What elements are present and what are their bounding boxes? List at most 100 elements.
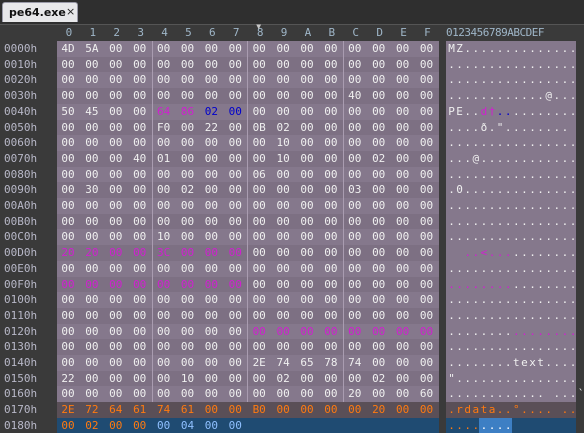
hex-byte[interactable]: 00	[371, 88, 387, 103]
hex-byte[interactable]: 00	[371, 167, 387, 182]
hex-byte[interactable]: 22	[203, 120, 219, 135]
hex-byte[interactable]: 00	[419, 88, 435, 103]
hex-byte[interactable]: 00	[251, 182, 267, 197]
hex-byte[interactable]: 00	[251, 135, 267, 150]
hex-byte[interactable]: 00	[108, 182, 124, 197]
hex-byte[interactable]: 00	[84, 229, 100, 244]
hex-byte[interactable]: 64	[108, 402, 124, 417]
hex-byte[interactable]: 00	[395, 245, 411, 260]
hex-byte[interactable]: 00	[203, 261, 219, 276]
hex-byte[interactable]: 00	[299, 214, 315, 229]
hex-byte[interactable]: B0	[251, 402, 267, 417]
hex-byte[interactable]: 00	[156, 135, 172, 150]
hex-byte[interactable]: 00	[60, 198, 76, 213]
hex-byte[interactable]: 00	[227, 292, 243, 307]
hex-byte[interactable]: 00	[132, 229, 148, 244]
hex-byte[interactable]: 00	[203, 182, 219, 197]
hex-byte[interactable]: 00	[84, 120, 100, 135]
hex-byte[interactable]: 00	[395, 339, 411, 354]
hex-byte[interactable]: 01	[156, 151, 172, 166]
hex-byte[interactable]: 00	[371, 339, 387, 354]
hex-byte[interactable]: 00	[60, 182, 76, 197]
hex-byte[interactable]: 00	[84, 355, 100, 370]
hex-byte[interactable]: 00	[132, 214, 148, 229]
hex-byte[interactable]: 00	[108, 324, 124, 339]
hex-byte[interactable]: 00	[84, 198, 100, 213]
hex-byte[interactable]: 00	[203, 402, 219, 417]
hex-byte[interactable]: 00	[227, 214, 243, 229]
hex-byte[interactable]: 00	[347, 41, 363, 56]
hex-byte[interactable]: 00	[84, 324, 100, 339]
hex-byte[interactable]: 00	[60, 229, 76, 244]
hex-byte[interactable]: 00	[323, 167, 339, 182]
hex-byte[interactable]: 00	[275, 182, 291, 197]
hex-byte[interactable]: 00	[371, 292, 387, 307]
hex-byte[interactable]: 00	[180, 339, 196, 354]
hex-byte[interactable]: 00	[84, 308, 100, 323]
hex-byte[interactable]: 00	[227, 308, 243, 323]
hex-byte[interactable]: 00	[395, 72, 411, 87]
hex-byte[interactable]: 02	[371, 371, 387, 386]
hex-byte[interactable]: 00	[156, 182, 172, 197]
hex-byte[interactable]: 00	[180, 72, 196, 87]
hex-byte[interactable]: 00	[203, 41, 219, 56]
hex-byte[interactable]: 00	[347, 198, 363, 213]
hex-byte[interactable]: 00	[251, 245, 267, 260]
hex-byte[interactable]: 00	[156, 57, 172, 72]
hex-byte[interactable]: 00	[251, 104, 267, 119]
hex-byte[interactable]: 00	[347, 402, 363, 417]
hex-byte[interactable]: 00	[180, 277, 196, 292]
hex-byte[interactable]: 00	[395, 355, 411, 370]
hex-byte[interactable]: 00	[156, 292, 172, 307]
hex-byte[interactable]: 00	[395, 371, 411, 386]
hex-byte[interactable]: 02	[203, 104, 219, 119]
hex-byte[interactable]: 00	[323, 261, 339, 276]
hex-byte[interactable]: 00	[323, 120, 339, 135]
hex-byte[interactable]: 00	[132, 261, 148, 276]
hex-byte[interactable]: 00	[251, 198, 267, 213]
hex-byte[interactable]: 00	[299, 308, 315, 323]
hex-byte[interactable]: 00	[371, 72, 387, 87]
hex-byte[interactable]: 78	[323, 355, 339, 370]
hex-byte[interactable]: 00	[60, 277, 76, 292]
hex-byte[interactable]: 00	[60, 324, 76, 339]
hex-byte[interactable]: 00	[323, 245, 339, 260]
hex-byte[interactable]: 00	[371, 386, 387, 401]
hex-byte[interactable]: 00	[419, 355, 435, 370]
hex-byte[interactable]: 00	[180, 292, 196, 307]
hex-byte[interactable]: 00	[108, 88, 124, 103]
hex-byte[interactable]: 00	[132, 41, 148, 56]
hex-byte[interactable]: 00	[419, 292, 435, 307]
hex-byte[interactable]: 00	[395, 151, 411, 166]
hex-byte[interactable]: 00	[203, 277, 219, 292]
hex-byte[interactable]: 00	[108, 57, 124, 72]
hex-byte[interactable]: 00	[108, 292, 124, 307]
hex-byte[interactable]: 00	[84, 386, 100, 401]
hex-byte[interactable]: 00	[180, 198, 196, 213]
hex-byte[interactable]: 00	[251, 214, 267, 229]
hex-byte[interactable]: 00	[156, 339, 172, 354]
hex-byte[interactable]: 00	[108, 72, 124, 87]
hex-byte[interactable]: 00	[323, 214, 339, 229]
hex-byte[interactable]: 00	[251, 88, 267, 103]
hex-byte[interactable]: 00	[299, 277, 315, 292]
hex-byte[interactable]: 00	[180, 135, 196, 150]
hex-byte[interactable]: 00	[108, 198, 124, 213]
hex-byte[interactable]: 00	[132, 182, 148, 197]
hex-byte[interactable]: 02	[275, 120, 291, 135]
hex-byte[interactable]: 00	[299, 57, 315, 72]
hex-byte[interactable]: 00	[108, 151, 124, 166]
hex-byte[interactable]: 00	[419, 72, 435, 87]
hex-byte[interactable]: 00	[371, 182, 387, 197]
hex-byte[interactable]: 00	[275, 214, 291, 229]
hex-byte[interactable]: 10	[275, 151, 291, 166]
hex-byte[interactable]: 00	[275, 72, 291, 87]
hex-byte[interactable]: 00	[275, 402, 291, 417]
hex-byte[interactable]: 00	[108, 120, 124, 135]
hex-byte[interactable]: 00	[203, 151, 219, 166]
hex-byte[interactable]: 00	[371, 41, 387, 56]
hex-byte[interactable]: 74	[347, 355, 363, 370]
hex-byte[interactable]: 00	[227, 355, 243, 370]
hex-byte[interactable]: F0	[156, 120, 172, 135]
hex-byte[interactable]: 00	[275, 57, 291, 72]
